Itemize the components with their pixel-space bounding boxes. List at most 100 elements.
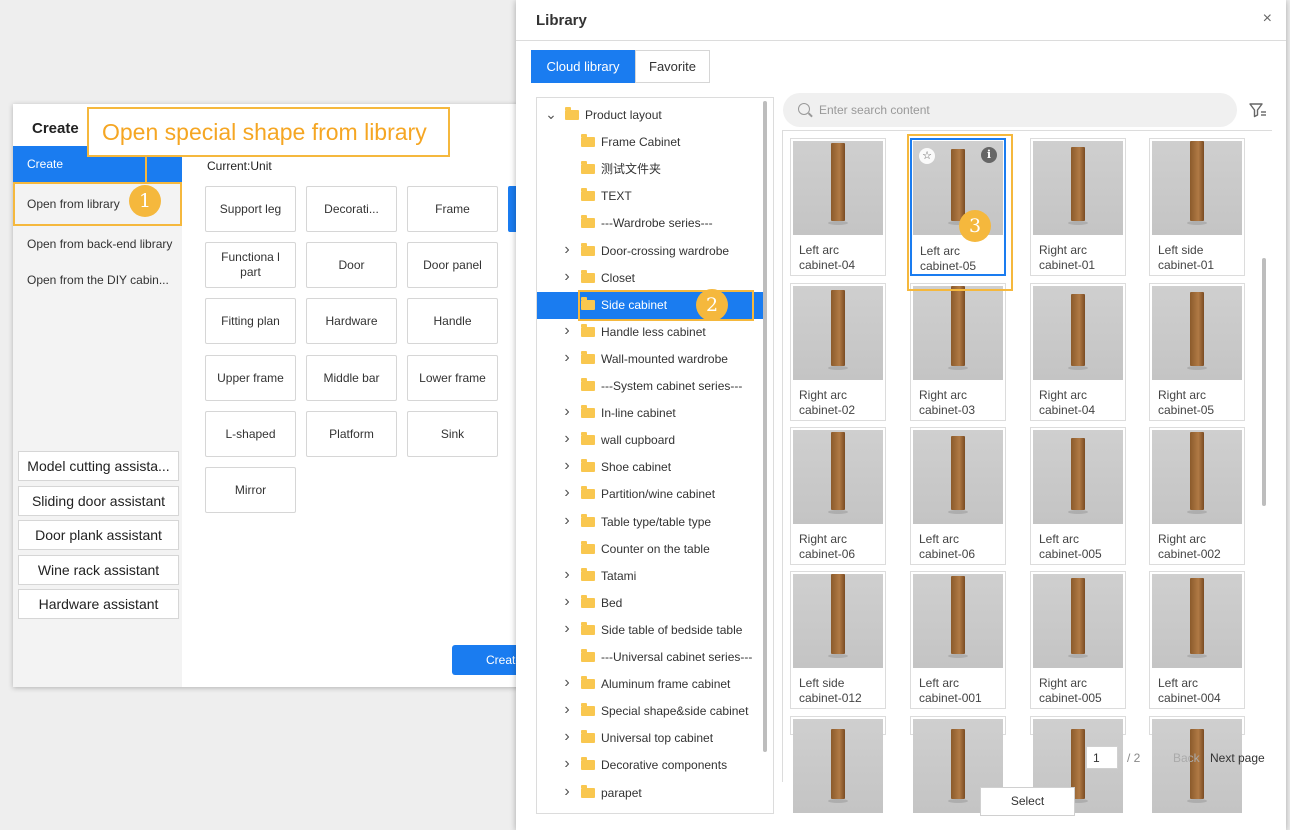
library-item-card[interactable]: Left side cabinet-012 bbox=[790, 571, 886, 709]
library-item-card[interactable]: Right arc cabinet-02 bbox=[790, 283, 886, 421]
library-item-card[interactable] bbox=[1149, 716, 1245, 813]
nav-open-from-back-end-library[interactable]: Open from back-end library bbox=[13, 226, 182, 262]
tree-item[interactable]: 测试文件夹 bbox=[537, 156, 763, 183]
library-item-card[interactable]: Left arc cabinet-004 bbox=[1149, 571, 1245, 709]
chevron-right-icon[interactable]: › bbox=[561, 241, 573, 257]
tab-favorite[interactable]: Favorite bbox=[635, 50, 710, 83]
l-shaped-button[interactable]: L-shaped bbox=[205, 411, 296, 457]
library-item-card[interactable]: Right arc cabinet-005 bbox=[1030, 571, 1126, 709]
chevron-right-icon[interactable]: › bbox=[561, 675, 573, 691]
tree-item[interactable]: › Decorative components bbox=[537, 752, 763, 779]
hardware-assistant-button[interactable]: Hardware assistant bbox=[18, 589, 179, 619]
grid-scrollbar[interactable] bbox=[1262, 258, 1266, 506]
folder-icon bbox=[565, 107, 579, 120]
chevron-right-icon[interactable]: › bbox=[561, 458, 573, 474]
door-button[interactable]: Door bbox=[306, 242, 397, 288]
tree-item[interactable]: Counter on the table bbox=[537, 536, 763, 563]
library-item-card[interactable]: Left arc cabinet-04 bbox=[790, 138, 886, 276]
decoration-button[interactable]: Decorati... bbox=[306, 186, 397, 232]
select-button[interactable]: Select bbox=[980, 787, 1075, 816]
tree-item[interactable]: › Door-crossing wardrobe bbox=[537, 238, 763, 265]
tab-cloud-library[interactable]: Cloud library bbox=[531, 50, 635, 83]
library-item-card[interactable]: Right arc cabinet-002 bbox=[1149, 427, 1245, 565]
tree-item[interactable]: Frame Cabinet bbox=[537, 129, 763, 156]
handle-button[interactable]: Handle bbox=[407, 298, 498, 344]
functional-part-button[interactable]: Functiona l part bbox=[205, 242, 296, 288]
library-item-card[interactable] bbox=[790, 716, 886, 813]
chevron-right-icon[interactable]: › bbox=[561, 756, 573, 772]
chevron-right-icon[interactable]: › bbox=[561, 729, 573, 745]
chevron-right-icon[interactable]: › bbox=[561, 404, 573, 420]
tree-item[interactable]: › Wall-mounted wardrobe bbox=[537, 346, 763, 373]
tree-item[interactable]: › Special shape&side cabinet bbox=[537, 698, 763, 725]
tree-item[interactable]: › Handle less cabinet bbox=[537, 319, 763, 346]
tree-item[interactable]: TEXT bbox=[537, 183, 763, 210]
tree-item[interactable]: › Shoe cabinet bbox=[537, 454, 763, 481]
sink-button[interactable]: Sink bbox=[407, 411, 498, 457]
tree-item[interactable]: ⌄ Product layout bbox=[537, 102, 763, 129]
door-panel-button[interactable]: Door panel bbox=[407, 242, 498, 288]
tree-item[interactable]: › Side table of bedside table bbox=[537, 617, 763, 644]
chevron-right-icon[interactable]: › bbox=[561, 431, 573, 447]
tree-item[interactable]: › Aluminum frame cabinet bbox=[537, 671, 763, 698]
lower-frame-button[interactable]: Lower frame bbox=[407, 355, 498, 401]
middle-bar-button[interactable]: Middle bar bbox=[306, 355, 397, 401]
tree-item[interactable]: › wall cupboard bbox=[537, 427, 763, 454]
mirror-button[interactable]: Mirror bbox=[205, 467, 296, 513]
folder-icon bbox=[581, 432, 595, 446]
wine-rack-assistant-button[interactable]: Wine rack assistant bbox=[18, 554, 179, 585]
chevron-right-icon[interactable]: › bbox=[561, 702, 573, 718]
sliding-door-assistant-button[interactable]: Sliding door assistant bbox=[18, 485, 179, 516]
tree-item[interactable]: › Bed bbox=[537, 590, 763, 617]
search-input[interactable] bbox=[819, 93, 1219, 127]
next-page-button[interactable]: Next page bbox=[1210, 751, 1265, 765]
library-item-card[interactable]: Left arc cabinet-001 bbox=[910, 571, 1006, 709]
library-item-card[interactable]: Right arc cabinet-06 bbox=[790, 427, 886, 565]
library-item-card[interactable]: Left side cabinet-01 bbox=[1149, 138, 1245, 276]
library-item-card[interactable]: Right arc cabinet-03 bbox=[910, 283, 1006, 421]
tree-item[interactable]: › Closet bbox=[537, 265, 763, 292]
library-item-card[interactable] bbox=[910, 716, 1006, 813]
tree-item[interactable]: › In-line cabinet bbox=[537, 400, 763, 427]
library-item-card[interactable]: Right arc cabinet-01 bbox=[1030, 138, 1126, 276]
chevron-right-icon[interactable]: › bbox=[561, 593, 573, 609]
tree-item[interactable]: › Tatami bbox=[537, 563, 763, 590]
frame-button[interactable]: Frame bbox=[407, 186, 498, 232]
chevron-right-icon[interactable]: › bbox=[561, 485, 573, 501]
tree-item[interactable]: › parapet bbox=[537, 780, 763, 807]
chevron-right-icon[interactable]: › bbox=[561, 620, 573, 636]
tree-item[interactable]: ---System cabinet series--- bbox=[537, 373, 763, 400]
chevron-right-icon[interactable]: › bbox=[561, 566, 573, 582]
tree-item[interactable]: ---Wardrobe series--- bbox=[537, 210, 763, 237]
tree-item[interactable]: ---Universal cabinet series--- bbox=[537, 644, 763, 671]
chevron-down-icon[interactable]: ⌄ bbox=[545, 107, 557, 121]
library-item-card[interactable]: Right arc cabinet-04 bbox=[1030, 283, 1126, 421]
library-item-card[interactable]: Right arc cabinet-05 bbox=[1149, 283, 1245, 421]
chevron-right-icon[interactable]: › bbox=[561, 349, 573, 365]
tree-item[interactable]: › Universal top cabinet bbox=[537, 725, 763, 752]
library-item-card[interactable] bbox=[1030, 716, 1126, 813]
tree-item[interactable]: › Table type/table type bbox=[537, 509, 763, 536]
model-cutting-assistant-button[interactable]: Model cutting assista... bbox=[18, 451, 179, 481]
chevron-right-icon[interactable]: › bbox=[561, 322, 573, 338]
tree-item-label: Decorative components bbox=[601, 758, 728, 773]
platform-button[interactable]: Platform bbox=[306, 411, 397, 457]
library-item-card[interactable]: Left arc cabinet-06 bbox=[910, 427, 1006, 565]
hardware-button[interactable]: Hardware bbox=[306, 298, 397, 344]
back-button[interactable]: Back bbox=[1173, 751, 1200, 765]
tree-scrollbar[interactable] bbox=[763, 101, 767, 752]
nav-open-from-diy-cabinet[interactable]: Open from the DIY cabin... bbox=[13, 262, 182, 298]
filter-icon[interactable] bbox=[1249, 102, 1267, 118]
close-icon[interactable]: × bbox=[1263, 10, 1272, 28]
chevron-right-icon[interactable]: › bbox=[561, 268, 573, 284]
door-plank-assistant-button[interactable]: Door plank assistant bbox=[18, 520, 179, 550]
page-number-input[interactable] bbox=[1086, 746, 1118, 769]
assistants-list: Model cutting assista... Sliding door as… bbox=[18, 451, 179, 624]
upper-frame-button[interactable]: Upper frame bbox=[205, 355, 296, 401]
chevron-right-icon[interactable]: › bbox=[561, 512, 573, 528]
chevron-right-icon[interactable]: › bbox=[561, 783, 573, 799]
tree-item[interactable]: › Partition/wine cabinet bbox=[537, 481, 763, 508]
support-leg-button[interactable]: Support leg bbox=[205, 186, 296, 232]
fitting-plan-button[interactable]: Fitting plan bbox=[205, 298, 296, 344]
library-item-card[interactable]: Left arc cabinet-005 bbox=[1030, 427, 1126, 565]
